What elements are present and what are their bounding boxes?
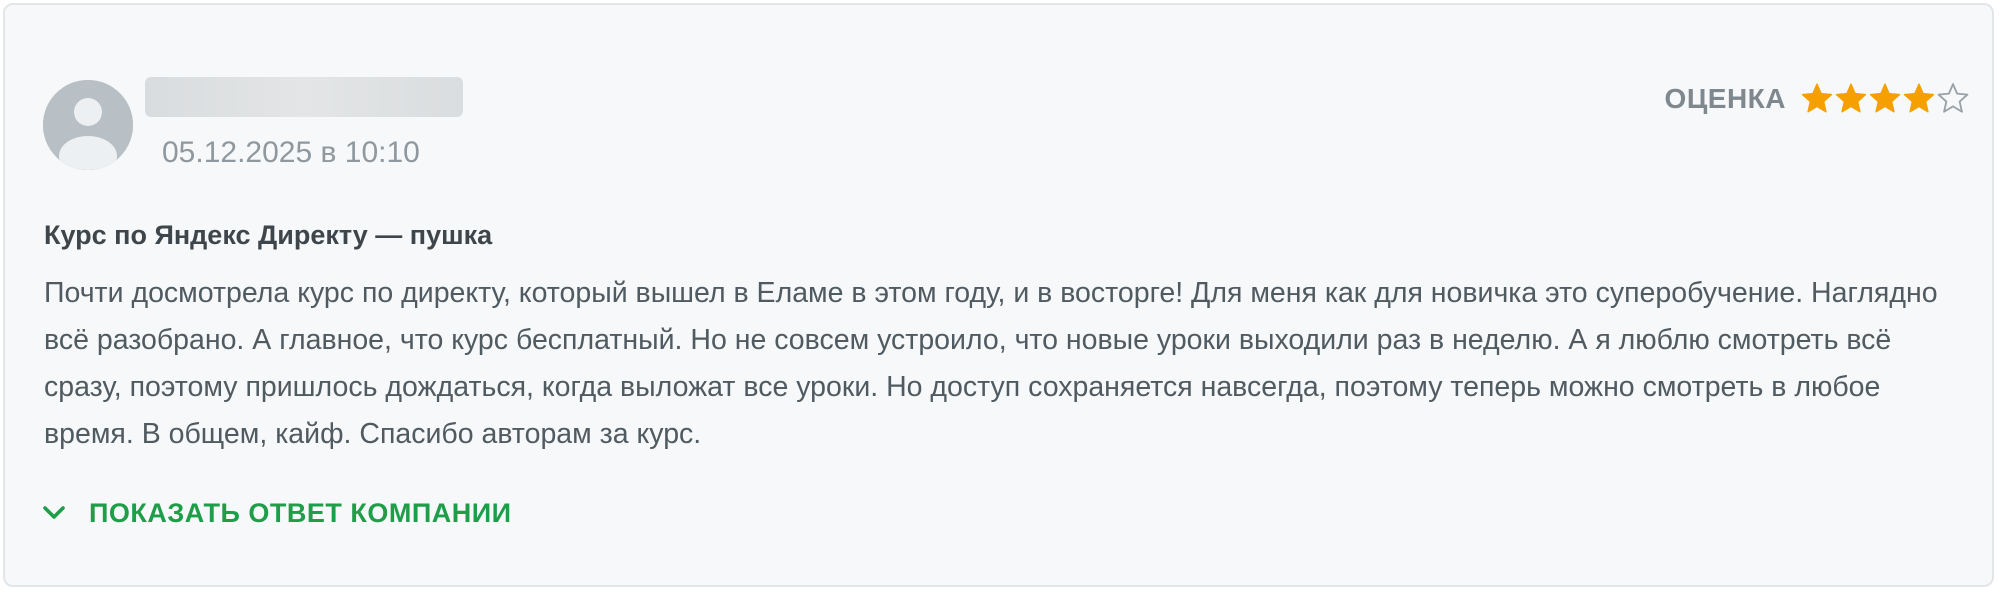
show-reply-label: ПОКАЗАТЬ ОТВЕТ КОМПАНИИ (89, 497, 512, 528)
chevron-down-icon (43, 506, 65, 519)
star-filled-icon (1903, 83, 1935, 113)
star-filled-icon (1801, 83, 1833, 113)
star-filled-icon (1869, 83, 1901, 113)
star-filled-icon (1835, 83, 1867, 113)
rating-stars (1800, 82, 1970, 116)
rating: ОЦЕНКА (1665, 77, 1970, 121)
rating-label: ОЦЕНКА (1664, 83, 1786, 114)
user-avatar-icon (43, 80, 133, 170)
show-reply-button[interactable]: ПОКАЗАТЬ ОТВЕТ КОМПАНИИ (39, 493, 512, 533)
review-card: 05.12.2025 в 10:10 ОЦЕНКА Курс по Яндекс… (3, 3, 1994, 587)
author-name (145, 77, 463, 117)
review-text: Почти досмотрела курс по директу, которы… (44, 277, 1938, 450)
review-date: 05.12.2025 в 10:10 (162, 136, 420, 169)
review-title: Курс по Яндекс Директу — пушка (44, 220, 493, 250)
star-empty-icon (1937, 83, 1969, 113)
